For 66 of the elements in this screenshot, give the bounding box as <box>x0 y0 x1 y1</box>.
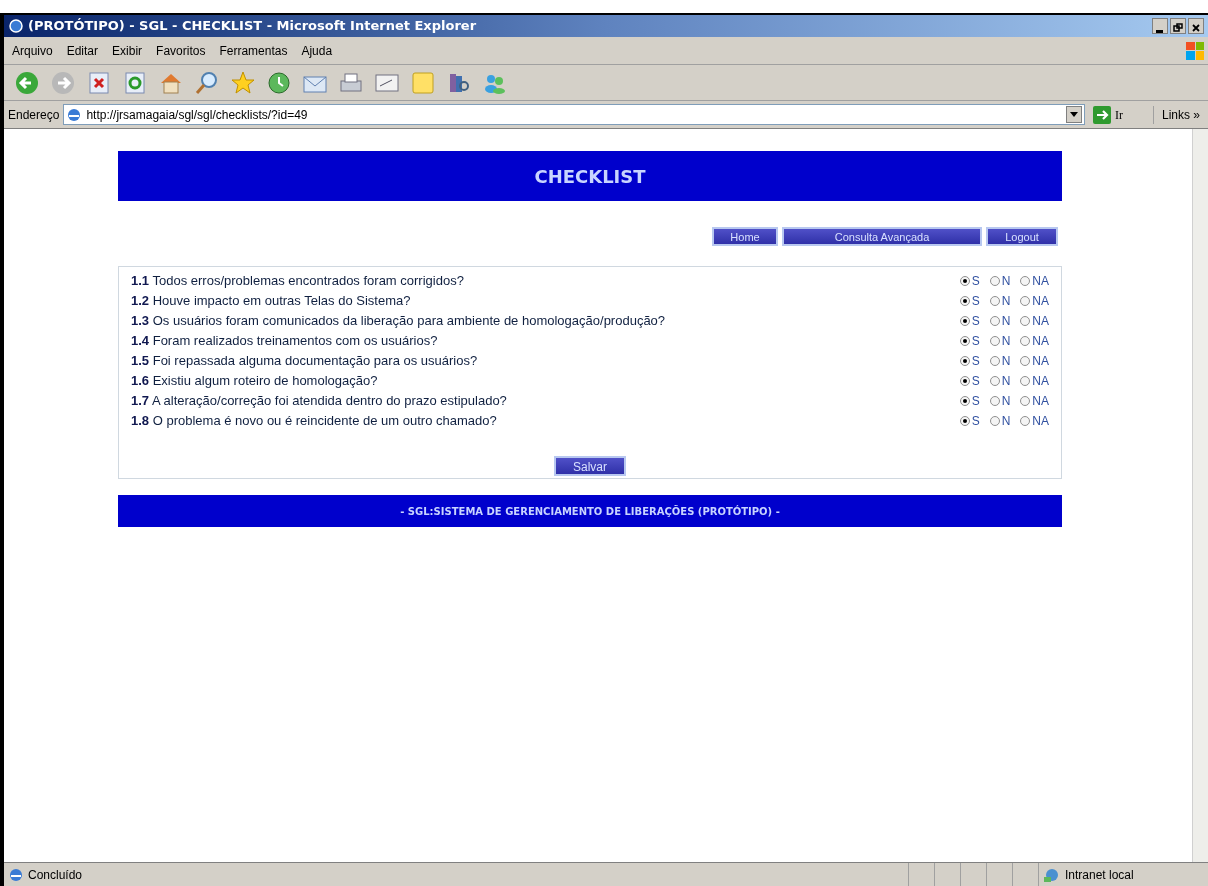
page-icon <box>8 866 24 883</box>
radio-option[interactable]: S <box>959 272 980 290</box>
question-text: 1.5 Foi repassada alguma documentação para os usuários? <box>131 352 478 371</box>
network-icon <box>1043 866 1061 883</box>
address-label: Endereço <box>8 106 60 124</box>
go-button[interactable]: Ir <box>1088 103 1149 126</box>
dropdown-button[interactable] <box>1065 106 1082 123</box>
radio-option[interactable]: S <box>959 292 980 310</box>
question-text: 1.2 Houve impacto em outras Telas do Sistema? <box>131 292 411 311</box>
window-title: (PROTÓTIPO) - SGL - CHECKLIST - Microsoft Internet Explorer <box>28 17 477 36</box>
menu-item[interactable]: Editar <box>66 41 99 60</box>
radio-option[interactable]: S <box>959 352 980 370</box>
nav-button[interactable]: Consulta Avançada <box>782 227 982 246</box>
radio-option[interactable]: S <box>959 312 980 330</box>
radio-option[interactable]: N <box>989 272 1011 290</box>
nav-button[interactable]: Logout <box>986 227 1058 246</box>
zone-text: Intranet local <box>1065 866 1134 884</box>
question-text: 1.7 A alteração/correção foi atendida dentro do prazo estipulado? <box>131 392 507 411</box>
close-icon <box>1191 23 1201 33</box>
question-text: 1.8 O problema é novo ou é reincidente de um outro chamado? <box>131 412 497 431</box>
question-text: 1.6 Existiu algum roteiro de homologação? <box>131 372 378 391</box>
radio-option[interactable]: N <box>989 292 1011 310</box>
radio-option[interactable]: NA <box>1020 412 1049 430</box>
radio-option[interactable]: NA <box>1020 272 1049 290</box>
radio-option[interactable]: N <box>989 332 1011 350</box>
radio-option[interactable]: NA <box>1020 372 1049 390</box>
menu-item[interactable]: Ferramentas <box>219 41 288 60</box>
question-text: 1.3 Os usuários foram comunicados da liberação para ambiente de homologação/produção? <box>131 312 666 331</box>
radio-option[interactable]: NA <box>1020 332 1049 350</box>
radio-option[interactable]: S <box>959 372 980 390</box>
question-text: 1.1 Todos erros/problemas encontrados foram corrigidos? <box>131 272 464 291</box>
footer-text: - SGL:SISTEMA DE GERENCIAMENTO DE LIBERAÇÕES (PROTÓTIPO) - <box>400 504 780 519</box>
status-text: Concluído <box>28 866 83 884</box>
url-text: http://jrsamagaia/sgl/sgl/checklists/?id=49 <box>86 106 308 124</box>
links-label[interactable]: Links » <box>1152 105 1204 124</box>
radio-option[interactable]: N <box>989 352 1011 370</box>
page-title: CHECKLIST <box>534 164 646 189</box>
radio-option[interactable]: NA <box>1020 312 1049 330</box>
radio-option[interactable]: S <box>959 392 980 410</box>
caret-icon <box>1069 112 1078 117</box>
question-text: 1.4 Foram realizados treinamentos com os usuários? <box>131 332 438 351</box>
radio-option[interactable]: NA <box>1020 292 1049 310</box>
windows-logo-icon <box>1186 41 1204 60</box>
radio-option[interactable]: N <box>989 372 1011 390</box>
radio-option[interactable]: N <box>989 392 1011 410</box>
browser-icon <box>8 18 24 34</box>
close-button[interactable] <box>1188 18 1204 34</box>
minimize-icon <box>1156 29 1164 33</box>
menu-item[interactable]: Favoritos <box>156 41 206 60</box>
address-field[interactable]: http://jrsamagaia/sgl/sgl/checklists/?id=49 <box>63 104 1085 125</box>
scrollbar[interactable] <box>1192 129 1208 862</box>
menu-item[interactable]: Exibir <box>112 41 143 60</box>
restore-button[interactable] <box>1170 18 1186 34</box>
save-button[interactable]: Salvar <box>554 456 626 476</box>
menu-item[interactable]: Ajuda <box>301 41 333 60</box>
nav-button[interactable]: Home <box>712 227 778 246</box>
menu-item[interactable]: Arquivo <box>12 41 53 60</box>
radio-option[interactable]: S <box>959 412 980 430</box>
minimize-button[interactable] <box>1152 18 1168 34</box>
radio-option[interactable]: NA <box>1020 392 1049 410</box>
restore-icon <box>1173 23 1183 33</box>
radio-option[interactable]: S <box>959 332 980 350</box>
radio-option[interactable]: NA <box>1020 352 1049 370</box>
page-icon <box>66 106 83 123</box>
radio-option[interactable]: N <box>989 412 1011 430</box>
radio-option[interactable]: N <box>989 312 1011 330</box>
